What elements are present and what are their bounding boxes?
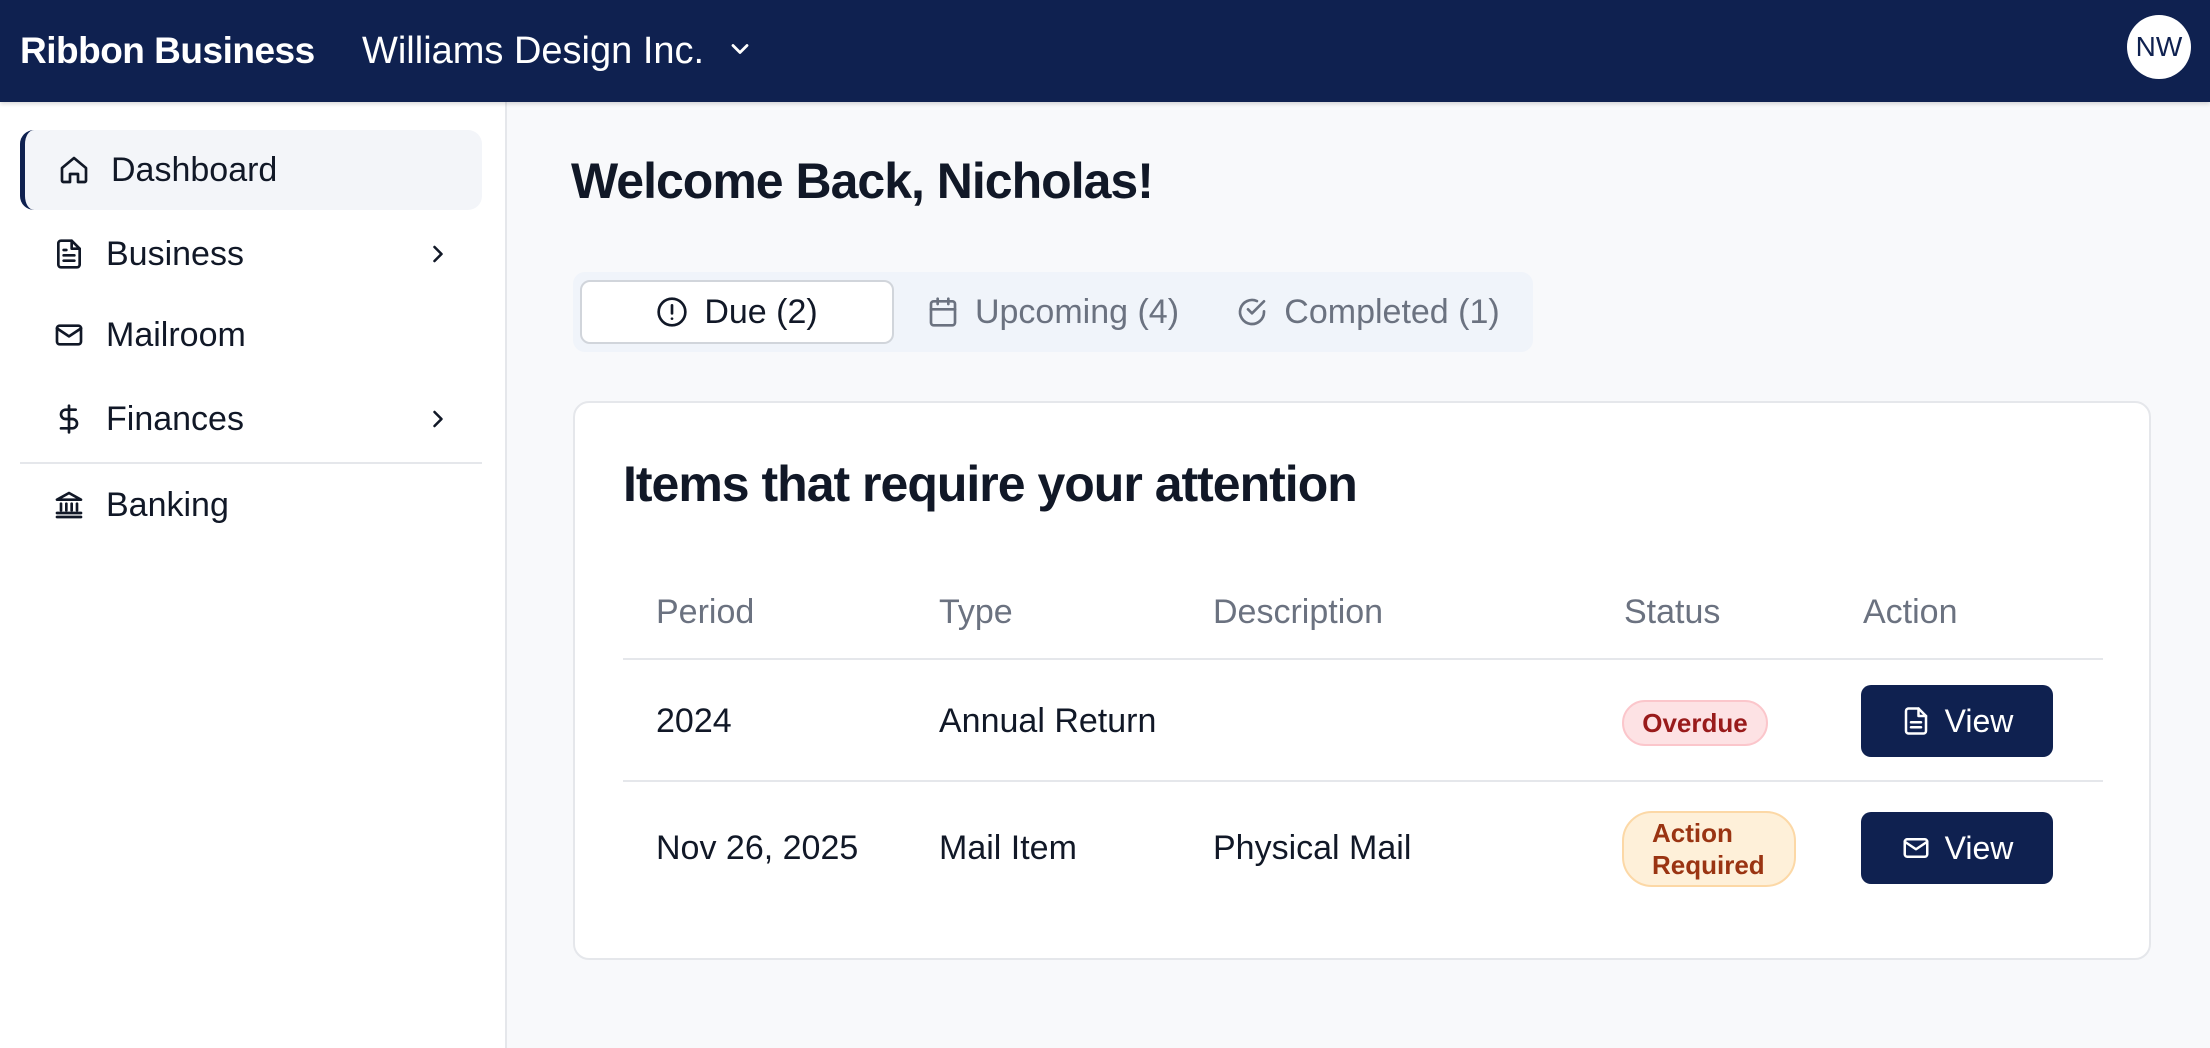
- view-button-label: View: [1944, 829, 2014, 866]
- sidebar-item-label: Business: [106, 234, 244, 273]
- sidebar-item-label: Banking: [106, 485, 229, 524]
- check-circle-icon: [1239, 298, 1266, 326]
- sidebar-item-business[interactable]: Business: [20, 214, 482, 294]
- document-icon: [52, 237, 86, 271]
- sidebar-item-label: Mailroom: [106, 315, 246, 354]
- view-button[interactable]: View: [1861, 685, 2053, 757]
- document-icon: [1904, 707, 1927, 735]
- company-switcher[interactable]: Williams Design Inc.: [362, 0, 754, 102]
- cell-period: Nov 26, 2025: [656, 829, 859, 867]
- status-badge-line: Required: [1652, 850, 1765, 880]
- attention-card: Items that require your attention Period…: [573, 401, 2151, 960]
- bank-icon: [52, 488, 86, 522]
- status-badge-line: Action: [1652, 817, 1733, 848]
- card-title: Items that require your attention: [623, 456, 1358, 512]
- status-badge: Overdue: [1622, 700, 1768, 746]
- chevron-down-icon: [726, 30, 754, 73]
- sidebar-item-mailroom[interactable]: Mailroom: [20, 295, 482, 375]
- tab-due[interactable]: Due (2): [580, 280, 894, 344]
- sidebar-item-label: Finances: [106, 399, 244, 438]
- tab-completed[interactable]: Completed (1): [1213, 280, 1523, 344]
- header-divider: [623, 658, 2103, 660]
- view-button-label: View: [1944, 702, 2014, 739]
- column-header-action: Action: [1863, 593, 1958, 631]
- row-divider: [623, 780, 2103, 782]
- sidebar-item-label: Dashboard: [111, 150, 278, 189]
- dollar-icon: [52, 402, 86, 436]
- cell-type: Mail Item: [939, 829, 1077, 867]
- cell-description: Physical Mail: [1213, 829, 1412, 867]
- home-icon: [57, 153, 91, 187]
- mail-icon: [52, 318, 86, 352]
- page-title: Welcome Back, Nicholas!: [571, 153, 1154, 209]
- chevron-right-icon: [433, 245, 443, 263]
- column-header-status: Status: [1624, 593, 1721, 631]
- sidebar-item-banking[interactable]: Banking: [20, 465, 482, 545]
- view-button[interactable]: View: [1861, 812, 2053, 884]
- chevron-right-icon: [433, 410, 443, 428]
- tab-upcoming[interactable]: Upcoming (4): [903, 280, 1203, 344]
- sidebar-divider: [20, 462, 482, 464]
- column-header-period: Period: [656, 593, 755, 631]
- alert-circle-icon: [657, 297, 687, 327]
- calendar-icon: [929, 297, 957, 327]
- tab-label: Completed (1): [1284, 292, 1500, 331]
- cell-type: Annual Return: [939, 702, 1157, 740]
- column-header-type: Type: [939, 593, 1013, 631]
- status-badge: Action Required: [1622, 811, 1796, 887]
- column-header-description: Description: [1213, 593, 1384, 631]
- sidebar-item-finances[interactable]: Finances: [20, 379, 482, 459]
- mail-icon: [1903, 838, 1929, 858]
- company-name: Williams Design Inc.: [362, 29, 705, 72]
- sidebar-item-dashboard[interactable]: Dashboard: [20, 130, 482, 210]
- avatar[interactable]: NW: [2127, 15, 2191, 79]
- top-bar: Ribbon Business Williams Design Inc. NW: [0, 0, 2210, 102]
- brand-logo[interactable]: Ribbon Business: [20, 0, 315, 102]
- tab-label: Due (2): [704, 292, 818, 331]
- tab-label: Upcoming (4): [974, 292, 1180, 331]
- tab-bar: Due (2) Upcoming (4) Completed (1): [573, 272, 1533, 352]
- cell-period: 2024: [656, 702, 732, 740]
- sidebar: Dashboard Business Mailroom Finances Ban…: [0, 102, 507, 1048]
